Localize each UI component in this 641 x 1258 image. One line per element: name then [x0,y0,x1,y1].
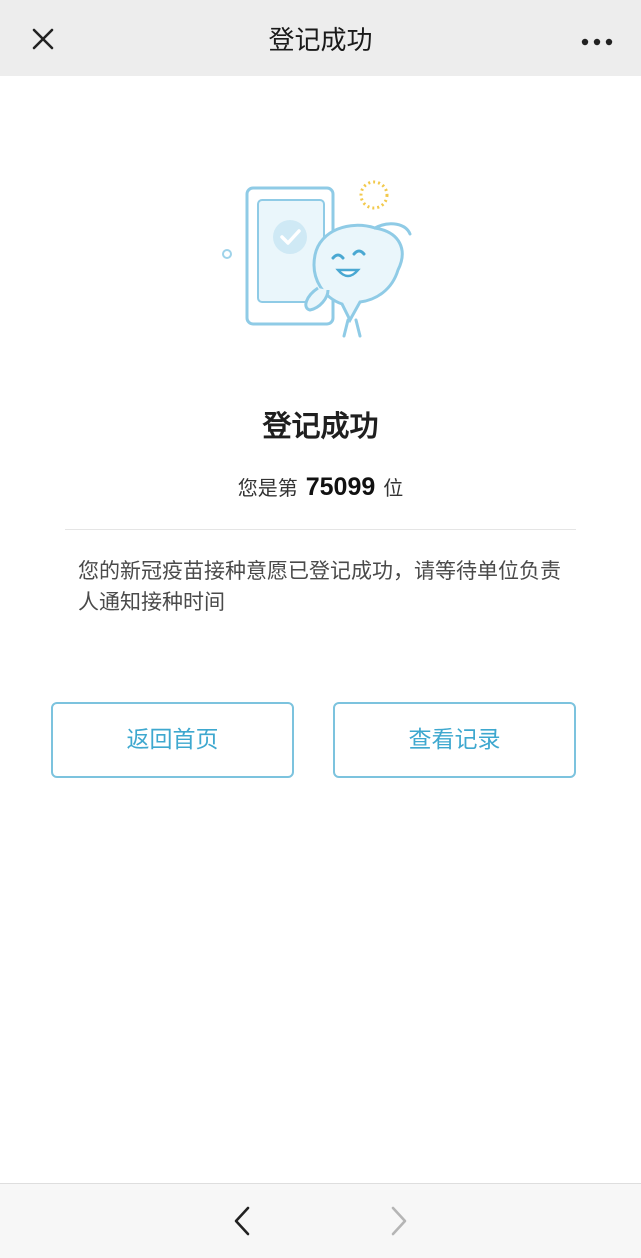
bottom-nav-bar [0,1183,641,1258]
queue-prefix: 您是第 [237,476,298,500]
return-home-button[interactable]: 返回首页 [51,702,294,778]
view-records-button[interactable]: 查看记录 [333,702,576,778]
divider [65,529,576,530]
success-title: 登记成功 [262,409,379,443]
chevron-right-icon[interactable] [385,1204,413,1238]
page-title: 登记成功 [268,26,373,56]
success-mascot-illustration [210,170,420,360]
queue-number: 75099 [305,473,376,501]
queue-position: 您是第 75099 位 [0,472,641,502]
success-message: 您的新冠疫苗接种意愿已登记成功，请等待单位负责人通知接种时间 [78,559,561,614]
more-icon[interactable] [577,28,617,56]
queue-suffix: 位 [383,476,404,500]
chevron-left-icon[interactable] [228,1204,256,1238]
top-bar: 登记成功 [0,0,641,76]
